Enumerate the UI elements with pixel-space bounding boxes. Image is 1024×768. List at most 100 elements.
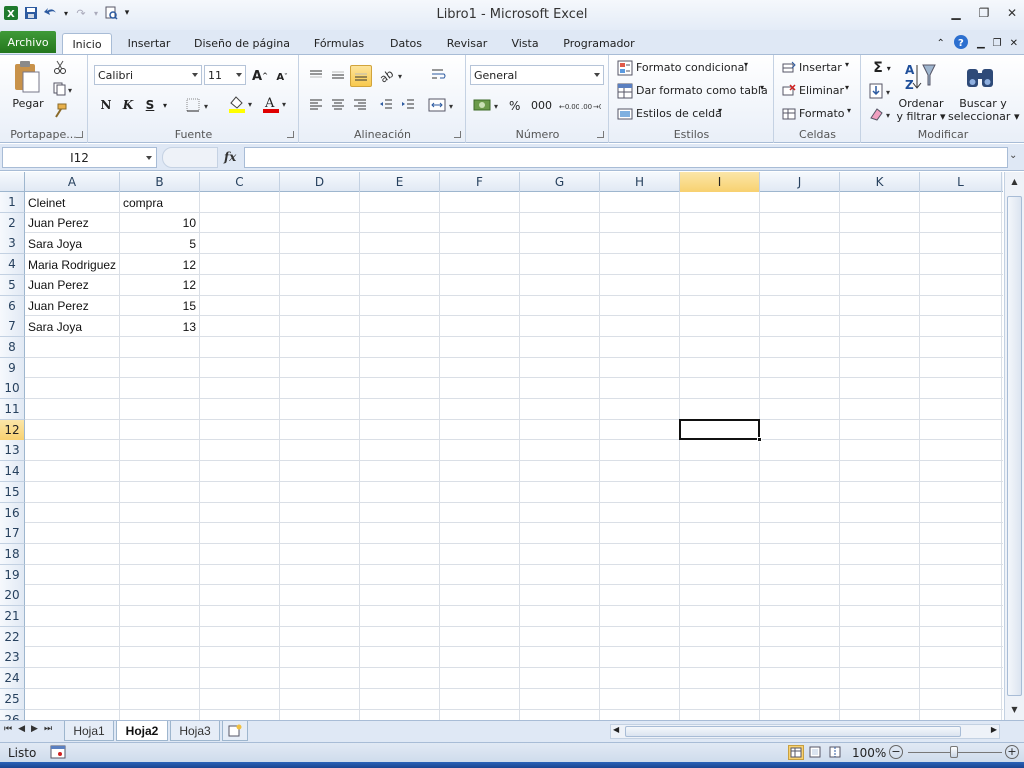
number-launcher-icon[interactable] xyxy=(597,131,604,138)
merge-center-icon[interactable]: ▾ xyxy=(428,95,458,115)
scroll-left-icon[interactable]: ◀ xyxy=(613,725,619,734)
expand-formula-bar-icon[interactable]: ⌄ xyxy=(1009,150,1017,161)
row-header-12[interactable]: 12 xyxy=(0,419,25,441)
row-header-6[interactable]: 6 xyxy=(0,295,25,317)
cell-b1[interactable]: compra xyxy=(120,192,199,213)
cell-styles-icon[interactable] xyxy=(616,105,634,123)
close-icon[interactable]: ✕ xyxy=(1004,6,1020,20)
borders-icon[interactable]: ▾ xyxy=(185,95,213,115)
cell-a3[interactable]: Sara Joya xyxy=(25,233,119,254)
restore-icon[interactable]: ❐ xyxy=(976,6,992,20)
insert-cells-dropdown-icon[interactable]: ▾ xyxy=(845,60,849,69)
underline-button[interactable]: S xyxy=(141,95,159,115)
underline-dropdown-icon[interactable]: ▾ xyxy=(161,97,169,113)
zoom-slider-knob[interactable] xyxy=(950,746,958,758)
format-as-table-dropdown-icon[interactable]: ▾ xyxy=(760,83,764,92)
sheet-tab-hoja2[interactable]: Hoja2 xyxy=(116,721,168,741)
tab-revisar[interactable]: Revisar xyxy=(442,33,492,54)
name-box[interactable]: I12 xyxy=(2,147,157,168)
copy-icon[interactable]: ▾ xyxy=(52,81,76,97)
workbook-close-icon[interactable]: ✕ xyxy=(1010,38,1018,49)
row-header-19[interactable]: 19 xyxy=(0,564,25,586)
cell-b3[interactable]: 5 xyxy=(120,233,199,254)
row-header-21[interactable]: 21 xyxy=(0,606,25,627)
row-header-22[interactable]: 22 xyxy=(0,626,25,648)
insert-cells-button[interactable]: Insertar xyxy=(799,61,842,74)
tab-datos[interactable]: Datos xyxy=(384,33,428,54)
cell-a6[interactable]: Juan Perez xyxy=(25,296,119,317)
row-header-24[interactable]: 24 xyxy=(0,668,25,690)
tab-diseno-pagina[interactable]: Diseño de página xyxy=(190,33,294,54)
next-sheet-icon[interactable]: ▶ xyxy=(31,724,38,734)
increase-indent-icon[interactable] xyxy=(398,95,418,115)
vertical-scrollbar[interactable]: ▲ ▼ xyxy=(1004,172,1024,720)
active-cell-i12[interactable] xyxy=(679,418,762,443)
alignment-launcher-icon[interactable] xyxy=(454,131,461,138)
macro-record-icon[interactable] xyxy=(50,745,66,762)
row-header-7[interactable]: 7 xyxy=(0,316,25,338)
cell-a7[interactable]: Sara Joya xyxy=(25,316,119,337)
cell-b2[interactable]: 10 xyxy=(120,213,199,234)
vertical-scroll-thumb[interactable] xyxy=(1007,196,1022,696)
page-layout-view-icon[interactable] xyxy=(808,745,822,762)
sort-filter-button-label[interactable]: Ordenar y filtrar ▾ xyxy=(894,97,948,123)
sheet-tab-hoja1[interactable]: Hoja1 xyxy=(64,721,114,741)
delete-cells-icon[interactable] xyxy=(781,82,797,100)
workbook-minimize-icon[interactable]: ▁ xyxy=(977,38,985,49)
row-header-11[interactable]: 11 xyxy=(0,399,25,420)
cell-a5[interactable]: Juan Perez xyxy=(25,275,119,296)
zoom-level[interactable]: 100% xyxy=(852,746,886,760)
italic-button[interactable]: K xyxy=(119,95,137,115)
column-header-i[interactable]: I xyxy=(680,172,760,192)
row-header-2[interactable]: 2 xyxy=(0,212,25,234)
font-size-dropdown-icon[interactable] xyxy=(236,73,242,77)
row-header-17[interactable]: 17 xyxy=(0,523,25,545)
column-header-c[interactable]: C xyxy=(200,172,280,192)
conditional-format-icon[interactable] xyxy=(616,59,634,77)
column-header-a[interactable]: A xyxy=(25,172,120,192)
clear-icon[interactable]: ▾ xyxy=(868,105,896,123)
font-name-combo[interactable]: Calibri xyxy=(94,65,202,85)
insert-function-icon[interactable]: fx xyxy=(224,150,236,164)
format-cells-dropdown-icon[interactable]: ▾ xyxy=(847,106,851,115)
comma-style-button[interactable]: 000 xyxy=(531,99,552,112)
shrink-font-icon[interactable]: Aˇ xyxy=(273,68,291,86)
align-top-icon[interactable] xyxy=(306,65,326,85)
row-header-23[interactable]: 23 xyxy=(0,647,25,669)
first-sheet-icon[interactable]: ⏮ xyxy=(4,724,12,734)
cell-a4[interactable]: Maria Rodriguez xyxy=(25,254,119,275)
paste-button-label[interactable]: Pegar xyxy=(8,97,48,110)
row-header-14[interactable]: 14 xyxy=(0,461,25,483)
worksheet-grid[interactable]: ABCDEFGHIJKL 1 2 3 4 5 6 7 8 9 10 11 12 13 14 15 16 17 18… xyxy=(0,172,1003,720)
tab-inicio[interactable]: Inicio xyxy=(62,33,112,54)
format-painter-icon[interactable] xyxy=(52,103,68,119)
scroll-right-icon[interactable]: ▶ xyxy=(991,725,997,734)
column-header-g[interactable]: G xyxy=(520,172,600,192)
zoom-in-icon[interactable]: + xyxy=(1005,745,1019,759)
increase-decimal-icon[interactable]: ←0.00 xyxy=(559,95,579,115)
ribbon-minimize-icon[interactable]: ⌃ xyxy=(937,38,945,49)
sheet-tab-hoja3[interactable]: Hoja3 xyxy=(170,721,220,741)
scroll-down-icon[interactable]: ▼ xyxy=(1007,702,1022,716)
row-header-5[interactable]: 5 xyxy=(0,274,25,296)
font-launcher-icon[interactable] xyxy=(287,131,294,138)
column-header-d[interactable]: D xyxy=(280,172,360,192)
cell-b7[interactable]: 13 xyxy=(120,316,199,337)
format-as-table-icon[interactable] xyxy=(616,82,634,100)
horizontal-scroll-thumb[interactable] xyxy=(625,726,961,737)
fill-handle[interactable] xyxy=(757,437,762,443)
cut-icon[interactable] xyxy=(52,59,68,75)
tab-programador[interactable]: Programador xyxy=(560,33,638,54)
autosum-icon[interactable]: Σ ▾ xyxy=(868,59,896,77)
minimize-icon[interactable]: ▁ xyxy=(948,6,964,20)
prev-sheet-icon[interactable]: ◀ xyxy=(18,724,25,734)
column-header-j[interactable]: J xyxy=(760,172,840,192)
grow-font-icon[interactable]: A ^ xyxy=(251,67,269,85)
sort-filter-icon[interactable]: AZ xyxy=(902,59,938,95)
delete-cells-dropdown-icon[interactable]: ▾ xyxy=(845,83,849,92)
find-select-icon[interactable] xyxy=(962,59,998,95)
column-header-k[interactable]: K xyxy=(840,172,920,192)
tab-insertar[interactable]: Insertar xyxy=(120,33,178,54)
cell-b6[interactable]: 15 xyxy=(120,296,199,317)
row-header-25[interactable]: 25 xyxy=(0,688,25,710)
